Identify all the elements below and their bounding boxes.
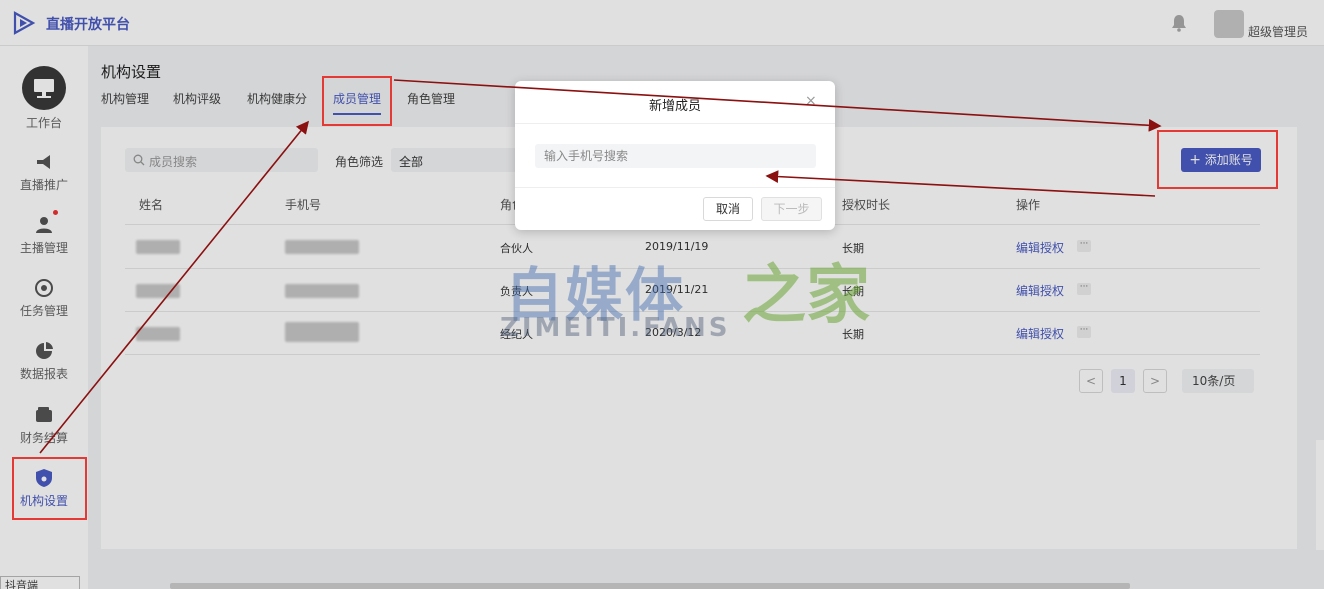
annotation-arrows	[39, 79, 1162, 454]
arrow-sidebar-to-tab	[39, 120, 310, 454]
arrow-tab-to-add-button	[393, 79, 1162, 132]
arrow-add-button-to-modal	[765, 170, 1156, 197]
